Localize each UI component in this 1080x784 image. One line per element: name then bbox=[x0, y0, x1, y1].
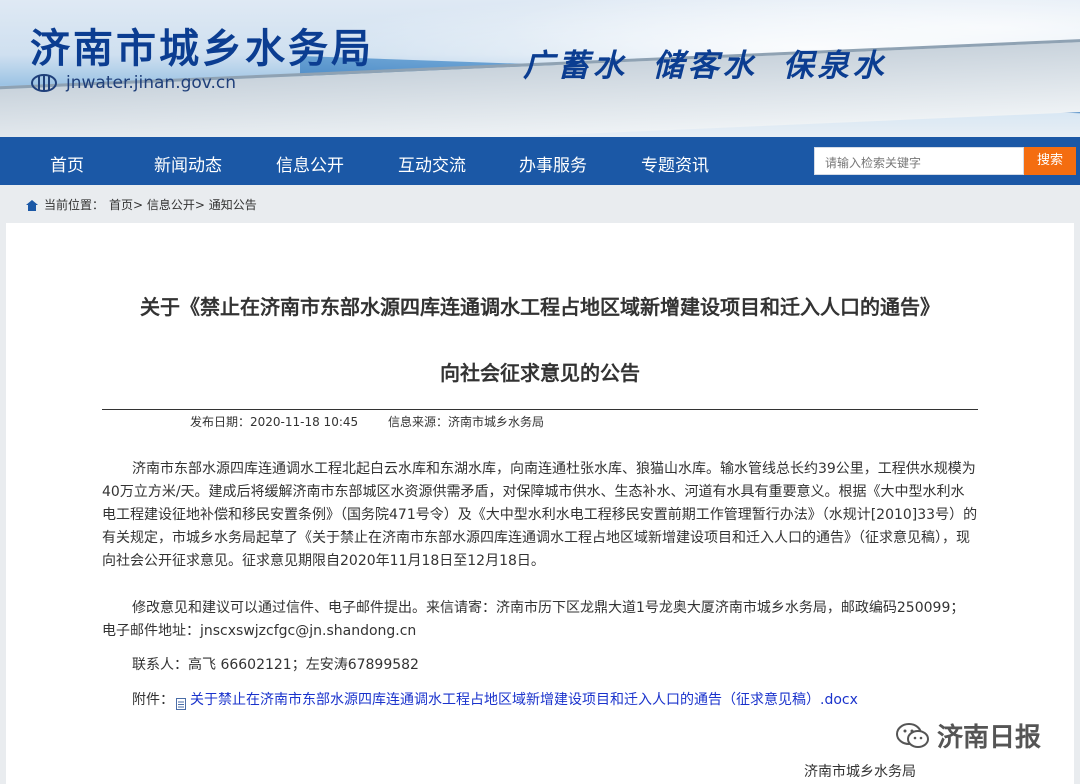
attachment-label: 附件： bbox=[132, 692, 174, 708]
article-title-line2: 向社会征求意见的公告 bbox=[440, 361, 640, 385]
search-button[interactable]: 搜索 bbox=[1024, 147, 1076, 175]
search-input[interactable]: 请输入检索关键字 bbox=[814, 147, 1024, 175]
site-name[interactable]: 济南市城乡水务局 bbox=[30, 16, 374, 74]
watermark-text: 济南日报 bbox=[937, 723, 1042, 753]
breadcrumb-path[interactable]: 首页> 信息公开> 通知公告 bbox=[109, 196, 257, 213]
document-icon bbox=[176, 695, 186, 710]
nav-info-disclosure[interactable]: 信息公开 bbox=[276, 151, 344, 176]
home-icon bbox=[25, 199, 39, 211]
watermark: 济南日报 bbox=[895, 717, 1041, 754]
nav-home[interactable]: 首页 bbox=[50, 151, 84, 176]
article-paragraph-1: 济南市东部水源四库连通调水工程北起白云水库和东湖水库，向南连通杜张水库、狼猫山水… bbox=[102, 461, 978, 569]
contact-line: 联系人：高飞 66602121；左安涛67899582 bbox=[132, 657, 419, 673]
water-bureau-logo-icon bbox=[30, 73, 58, 93]
nav-news[interactable]: 新闻动态 bbox=[154, 151, 222, 176]
site-url: jnwater.jinan.gov.cn bbox=[66, 73, 237, 93]
nav-services[interactable]: 办事服务 bbox=[519, 151, 587, 176]
attachment-row: 附件： 关于禁止在济南市东部水源四库连通调水工程占地区域新增建设项目和迁入人口的… bbox=[132, 689, 992, 712]
nav-topics[interactable]: 专题资讯 bbox=[641, 151, 709, 176]
info-source: 信息来源：济南市城乡水务局 bbox=[387, 415, 544, 429]
article-meta: 发布日期：2020-11-18 10:45 信息来源：济南市城乡水务局 bbox=[190, 413, 570, 430]
title-divider bbox=[102, 409, 978, 410]
nav-interaction[interactable]: 互动交流 bbox=[398, 151, 466, 176]
publish-date: 发布日期：2020-11-18 10:45 bbox=[190, 415, 359, 429]
breadcrumb: 当前位置： 首页> 信息公开> 通知公告 bbox=[25, 196, 257, 213]
signature: 济南市城乡水务局 bbox=[804, 764, 916, 780]
slogan: 广蓄水 储客水 保泉水 bbox=[523, 48, 888, 84]
attachment-link[interactable]: 关于禁止在济南市东部水源四库连通调水工程占地区域新增建设项目和迁入人口的通告（征… bbox=[190, 689, 858, 712]
site-url-row: jnwater.jinan.gov.cn bbox=[30, 73, 236, 93]
article-title-line1: 关于《禁止在济南市东部水源四库连通调水工程占地区域新增建设项目和迁入人口的通告》 bbox=[140, 295, 940, 319]
wechat-icon bbox=[895, 721, 931, 751]
article-paragraph-2: 修改意见和建议可以通过信件、电子邮件提出。来信请寄：济南市历下区龙鼎大道1号龙奥… bbox=[102, 600, 965, 639]
breadcrumb-label: 当前位置： bbox=[44, 198, 105, 212]
